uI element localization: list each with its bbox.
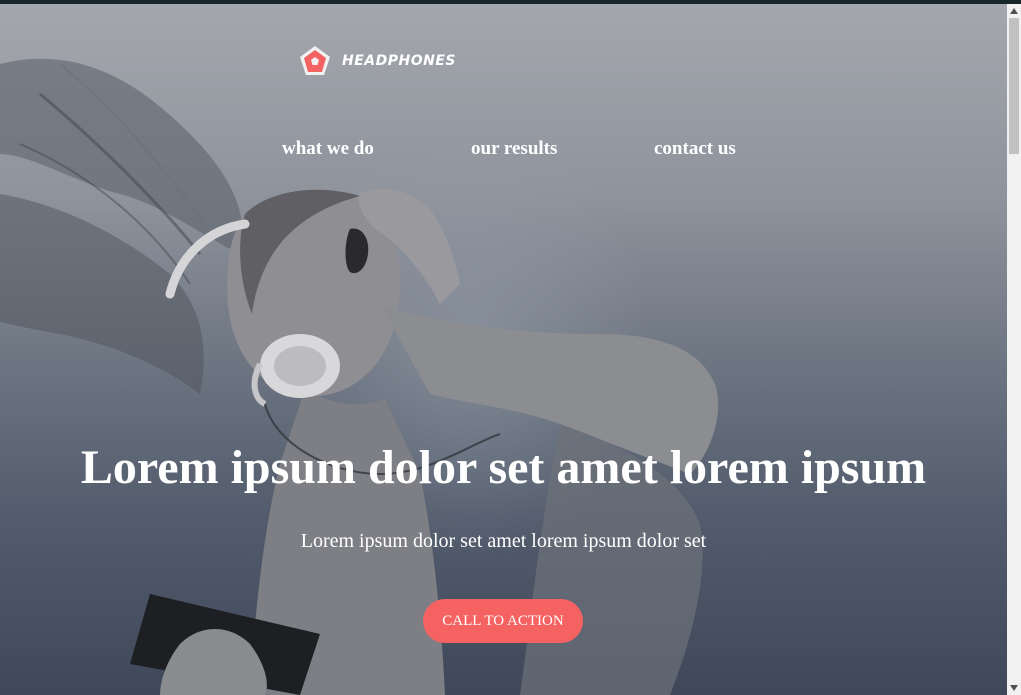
arrow-down-icon: [1010, 685, 1018, 691]
hero-headline: Lorem ipsum dolor set amet lorem ipsum: [80, 441, 927, 494]
scrollbar-thumb[interactable]: [1009, 18, 1019, 154]
brand-logo[interactable]: HEADPHONES: [298, 44, 456, 78]
hero-subheadline: Lorem ipsum dolor set amet lorem ipsum d…: [300, 530, 707, 552]
call-to-action-button[interactable]: CALL TO ACTION: [423, 599, 583, 643]
arrow-up-icon: [1010, 8, 1018, 14]
nav-link-contact-us[interactable]: contact us: [654, 138, 736, 160]
nav-link-our-results[interactable]: our results: [471, 138, 557, 160]
woman-with-headphones-image: [0, 58, 719, 695]
vertical-scrollbar[interactable]: [1007, 4, 1021, 695]
nav-link-what-we-do[interactable]: what we do: [282, 138, 374, 160]
page-viewport: HEADPHONES what we do our results contac…: [0, 4, 1007, 695]
brand-name: HEADPHONES: [342, 53, 456, 69]
pentagon-logo-icon: [300, 46, 330, 75]
scroll-up-button[interactable]: [1007, 4, 1021, 18]
scroll-down-button[interactable]: [1007, 681, 1021, 695]
